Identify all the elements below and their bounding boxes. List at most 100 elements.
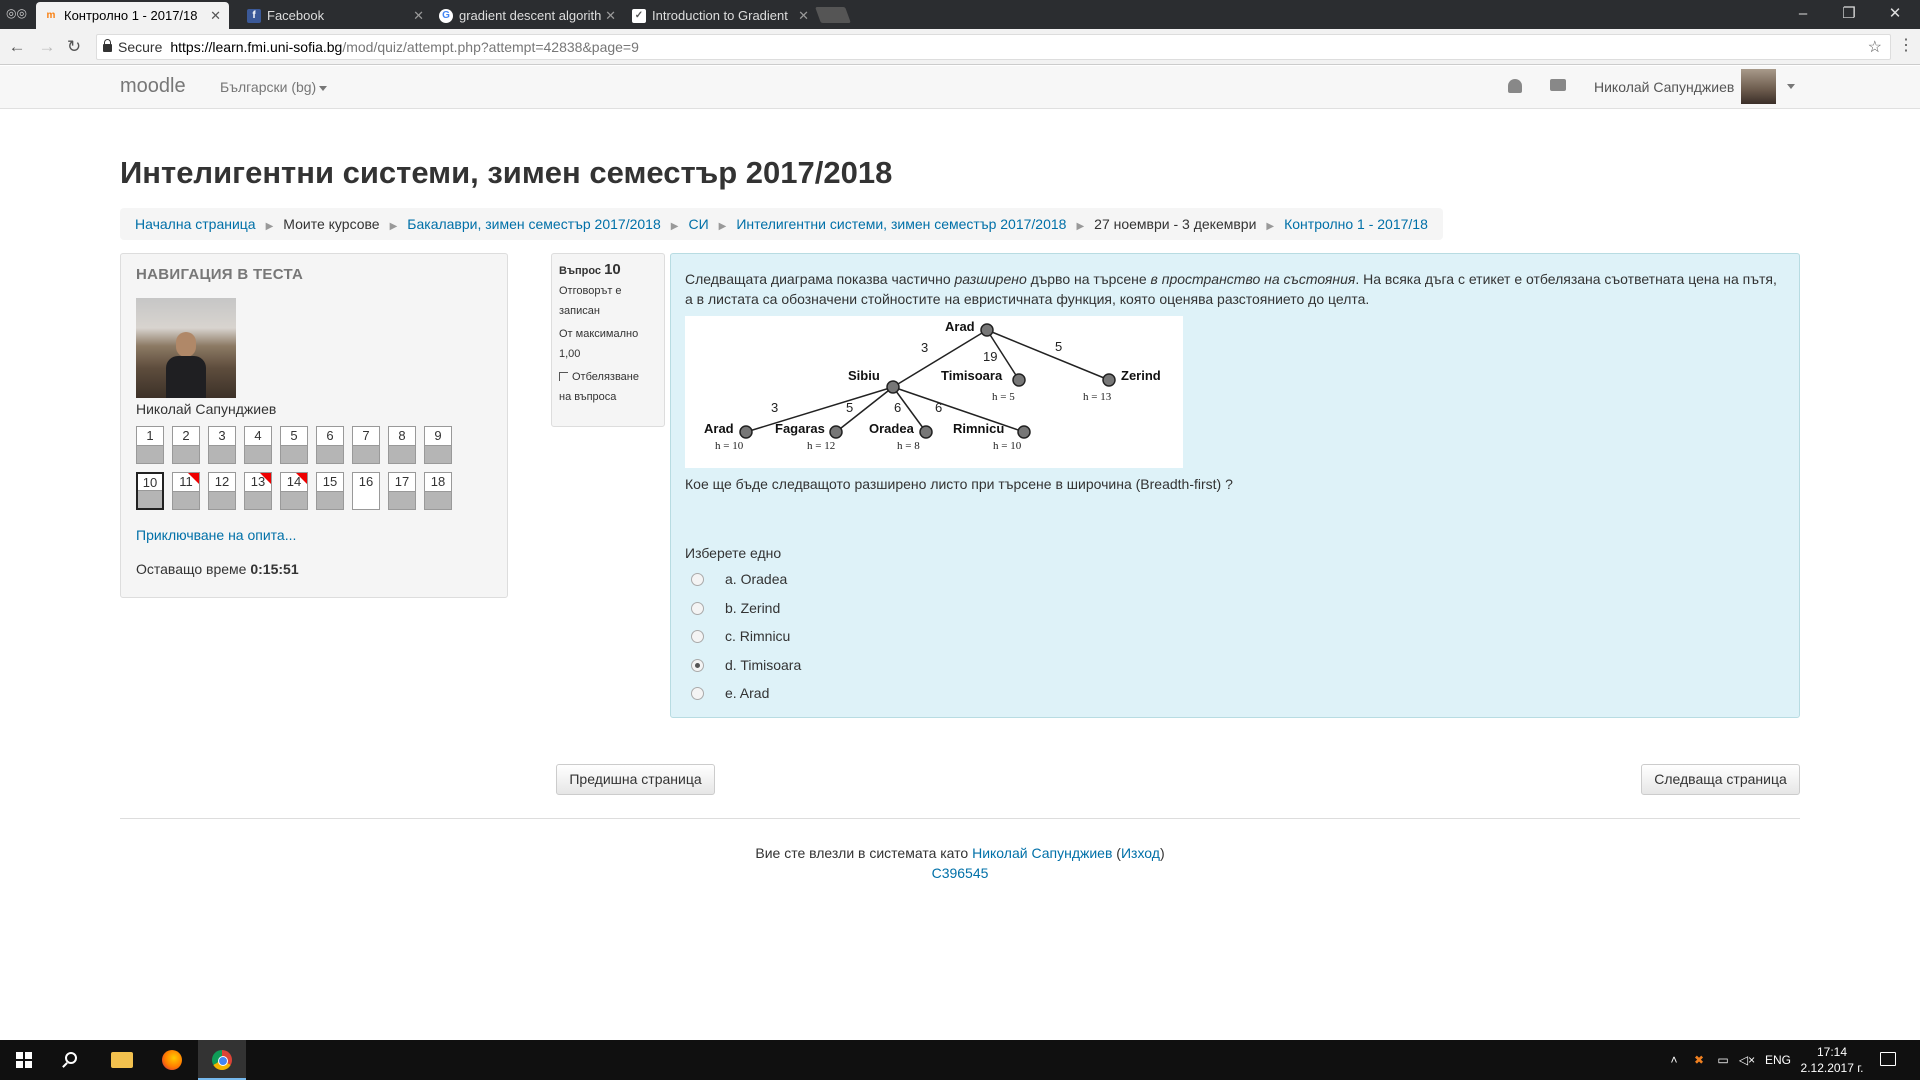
answer-option-label[interactable]: a. Oradea [725,571,787,587]
file-explorer-button[interactable] [98,1040,146,1080]
close-tab-icon[interactable]: ✕ [210,2,221,29]
answer-option-label[interactable]: e. Arad [725,685,769,701]
moodle-icon: m [46,10,56,21]
question-button-3[interactable]: 3 [208,426,236,464]
profile-link[interactable]: Николай Сапунджиев [972,845,1112,861]
edge-cost-label: 5 [846,400,853,415]
breadcrumb-category[interactable]: Бакалаври, зимен семестър 2017/2018 [407,216,660,232]
user-menu-name[interactable]: Николай Сапунджиев [1594,79,1734,95]
question-button-10[interactable]: 10 [136,472,164,510]
back-icon[interactable]: ← [6,36,28,58]
answered-indicator [137,445,163,463]
breadcrumb-home[interactable]: Начална страница [135,216,256,232]
volume-mute-icon[interactable]: ◁× [1736,1040,1758,1080]
answered-indicator [138,490,162,508]
node-label-timisoara: Timisoara [941,368,1003,383]
tray-app-icon[interactable]: ✖ [1688,1040,1710,1080]
flagged-corner-icon [188,473,199,484]
login-info-text: Вие сте влезли в системата като [755,845,969,861]
avatar[interactable] [1741,69,1776,104]
search-tree-diagram: Arad Sibiu Timisoara Zerind Arad Fagaras… [685,316,1183,468]
node-label-arad-root: Arad [945,319,975,334]
search-icon [65,1052,77,1064]
browser-menu-icon[interactable]: ⋮ [1898,37,1914,55]
question-button-11[interactable]: 11 [172,472,200,510]
messages-icon[interactable] [1550,79,1566,91]
question-button-15[interactable]: 15 [316,472,344,510]
breadcrumb-quiz[interactable]: Контролно 1 - 2017/18 [1284,216,1428,232]
logout-link[interactable]: Изход [1121,845,1160,861]
browser-tab-article[interactable]: ✓ Introduction to Gradient ✕ [624,2,817,29]
question-button-4[interactable]: 4 [244,426,272,464]
radio-button[interactable] [691,658,704,672]
brand-logo[interactable]: moodle [120,75,186,98]
answer-option-label[interactable]: b. Zerind [725,600,780,616]
tray-chevron-up-icon[interactable]: ˄ [1664,1040,1684,1080]
question-button-number: 18 [430,474,446,489]
node-label-zerind: Zerind [1121,368,1161,383]
question-button-13[interactable]: 13 [244,472,272,510]
previous-page-button[interactable]: Предишна страница [556,764,715,795]
radio-button[interactable] [691,630,704,643]
reload-icon[interactable]: ↻ [63,36,85,58]
language-label: Български (bg) [220,79,317,95]
close-tab-icon[interactable]: ✕ [605,2,616,29]
heuristic-label: h = 10 [715,440,744,452]
browser-tab-facebook[interactable]: f Facebook ✕ [239,2,432,29]
tree-node [1012,373,1026,387]
search-button[interactable] [48,1040,96,1080]
close-tab-icon[interactable]: ✕ [413,2,424,29]
breadcrumb-section: 27 ноември - 3 декември [1094,216,1257,232]
question-button-12[interactable]: 12 [208,472,236,510]
notifications-bell-icon[interactable] [1508,79,1522,93]
moodle-navbar: moodle Български (bg) Николай Сапунджиев [0,66,1920,109]
question-button-7[interactable]: 7 [352,426,380,464]
chevron-down-icon[interactable] [1787,84,1795,89]
chrome-button[interactable] [198,1040,246,1080]
forward-icon[interactable]: → [36,36,58,58]
browser-tab-quiz[interactable]: m Контролно 1 - 2017/18 ✕ [36,2,229,29]
answer-option-label[interactable]: c. Rimnicu [725,628,790,644]
input-language[interactable]: ENG [1762,1040,1794,1080]
radio-button[interactable] [691,687,704,700]
close-tab-icon[interactable]: ✕ [798,2,809,29]
firefox-button[interactable] [148,1040,196,1080]
question-button-1[interactable]: 1 [136,426,164,464]
browser-tab-google[interactable]: G gradient descent algorith ✕ [431,2,624,29]
next-page-button[interactable]: Следваща страница [1641,764,1800,795]
footer-code[interactable]: C396545 [0,865,1920,881]
breadcrumb-separator-icon: ▶ [265,221,274,232]
edge-cost-label: 3 [921,340,928,355]
restore-button[interactable]: ❐ [1826,0,1872,29]
radio-button[interactable] [691,573,704,586]
radio-button[interactable] [691,601,704,615]
question-button-18[interactable]: 18 [424,472,452,510]
bookmark-star-icon[interactable]: ☆ [1868,36,1882,60]
new-tab-button[interactable] [815,7,851,23]
question-button-2[interactable]: 2 [172,426,200,464]
flag-label[interactable]: на въпроса [559,387,657,407]
minimize-button[interactable]: – [1780,0,1826,29]
answer-option-label[interactable]: d. Timisoara [725,657,801,673]
question-prompt: Кое ще бъде следващото разширено листо п… [685,476,1233,492]
breadcrumb-course[interactable]: Интелигентни системи, зимен семестър 201… [736,216,1066,232]
question-button-5[interactable]: 5 [280,426,308,464]
question-button-14[interactable]: 14 [280,472,308,510]
language-menu[interactable]: Български (bg) [220,79,328,95]
url-field[interactable]: Secure https://learn.fmi.uni-sofia.bg/mod… [96,34,1891,60]
question-button-9[interactable]: 9 [424,426,452,464]
taskbar-clock[interactable]: 17:14 2.12.2017 г. [1800,1044,1864,1076]
question-button-8[interactable]: 8 [388,426,416,464]
question-button-16[interactable]: 16 [352,472,380,510]
network-icon[interactable]: ▭ [1712,1040,1734,1080]
question-text-part: Следващата диаграма показва частично [685,271,955,287]
question-button-17[interactable]: 17 [388,472,416,510]
action-center-icon[interactable] [1880,1052,1896,1066]
flag-question-link[interactable]: Отбелязване [559,367,657,387]
close-window-button[interactable]: ✕ [1872,0,1918,29]
start-button[interactable] [0,1040,48,1080]
question-button-6[interactable]: 6 [316,426,344,464]
finish-attempt-link[interactable]: Приключване на опита... [136,527,296,543]
question-button-number: 9 [434,428,442,443]
breadcrumb-si[interactable]: СИ [688,216,708,232]
